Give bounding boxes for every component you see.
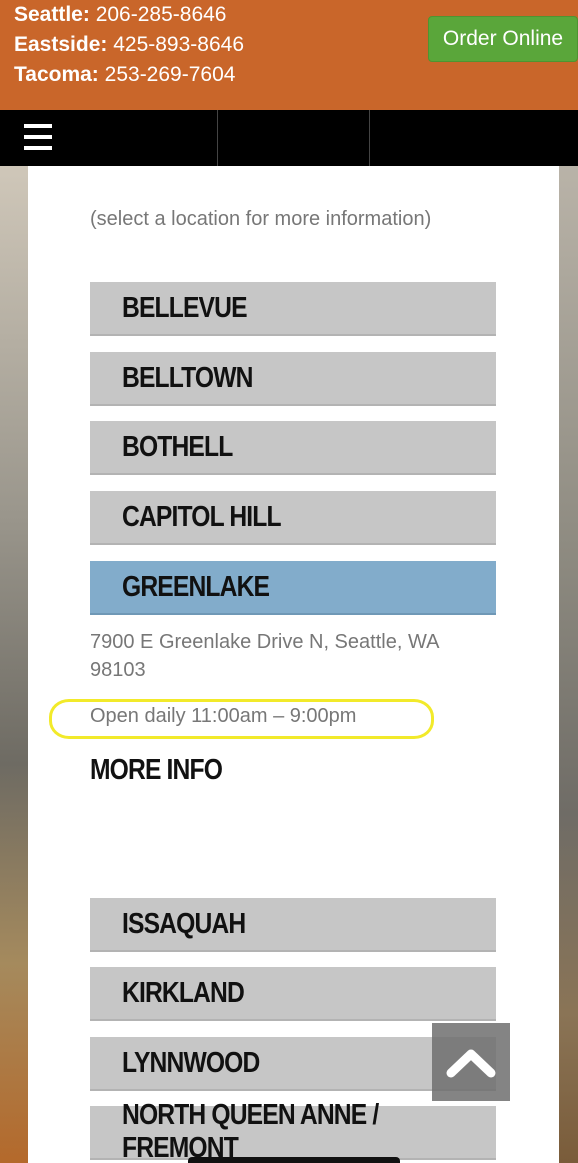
phone-city: Tacoma:: [14, 63, 99, 86]
location-label: NORTH QUEEN ANNE / FREMONT: [122, 1099, 379, 1163]
background-right: [558, 166, 578, 1163]
locations-hint: (select a location for more information): [90, 208, 432, 230]
phone-seattle[interactable]: Seattle: 206-285-8646: [14, 0, 244, 30]
location-label: BELLEVUE: [122, 291, 248, 324]
location-issaquah[interactable]: ISSAQUAH: [90, 898, 496, 952]
location-label: CAPITOL HILL: [122, 500, 282, 533]
location-label: KIRKLAND: [122, 976, 245, 1009]
location-north-queen-anne-fremont[interactable]: NORTH QUEEN ANNE / FREMONT: [90, 1099, 496, 1163]
phone-number: 206-285-8646: [95, 3, 227, 26]
location-label: BELLTOWN: [122, 361, 253, 394]
location-label: BOTHELL: [122, 430, 233, 463]
location-label: GREENLAKE: [122, 570, 270, 603]
phone-number: 425-893-8646: [113, 33, 244, 56]
hamburger-menu-icon[interactable]: [24, 124, 52, 150]
scroll-to-top-button[interactable]: [432, 1023, 510, 1101]
phone-tacoma[interactable]: Tacoma: 253-269-7604: [14, 60, 244, 90]
hours-highlight-ring: [49, 699, 434, 739]
phone-eastside[interactable]: Eastside: 425-893-8646: [14, 30, 244, 60]
more-info-label: MORE INFO: [90, 754, 223, 786]
location-capitol-hill[interactable]: CAPITOL HILL: [90, 491, 496, 545]
home-indicator: [188, 1157, 400, 1163]
location-label: LYNNWOOD: [122, 1046, 260, 1079]
order-online-button[interactable]: Order Online: [428, 16, 578, 62]
phone-city: Eastside:: [14, 33, 108, 56]
phone-city: Seattle:: [14, 3, 90, 26]
background-left: [0, 166, 28, 1163]
nav-middle-slot[interactable]: [217, 110, 370, 166]
location-kirkland[interactable]: KIRKLAND: [90, 967, 496, 1021]
locations-panel: (select a location for more information)…: [28, 166, 559, 1163]
chevron-up-icon: [446, 1049, 496, 1078]
location-address: 7900 E Greenlake Drive N, Seattle, WA 98…: [90, 631, 439, 681]
nav-bar: [0, 110, 578, 166]
phone-number: 253-269-7604: [104, 63, 236, 86]
more-info-link[interactable]: MORE INFO: [90, 754, 245, 787]
top-header: Seattle: 206-285-8646 Eastside: 425-893-…: [0, 0, 578, 110]
location-bothell[interactable]: BOTHELL: [90, 421, 496, 475]
phone-list: Seattle: 206-285-8646 Eastside: 425-893-…: [14, 0, 244, 90]
location-belltown[interactable]: BELLTOWN: [90, 352, 496, 406]
location-bellevue[interactable]: BELLEVUE: [90, 282, 496, 336]
location-label: ISSAQUAH: [122, 907, 246, 940]
location-greenlake[interactable]: GREENLAKE: [90, 561, 496, 615]
